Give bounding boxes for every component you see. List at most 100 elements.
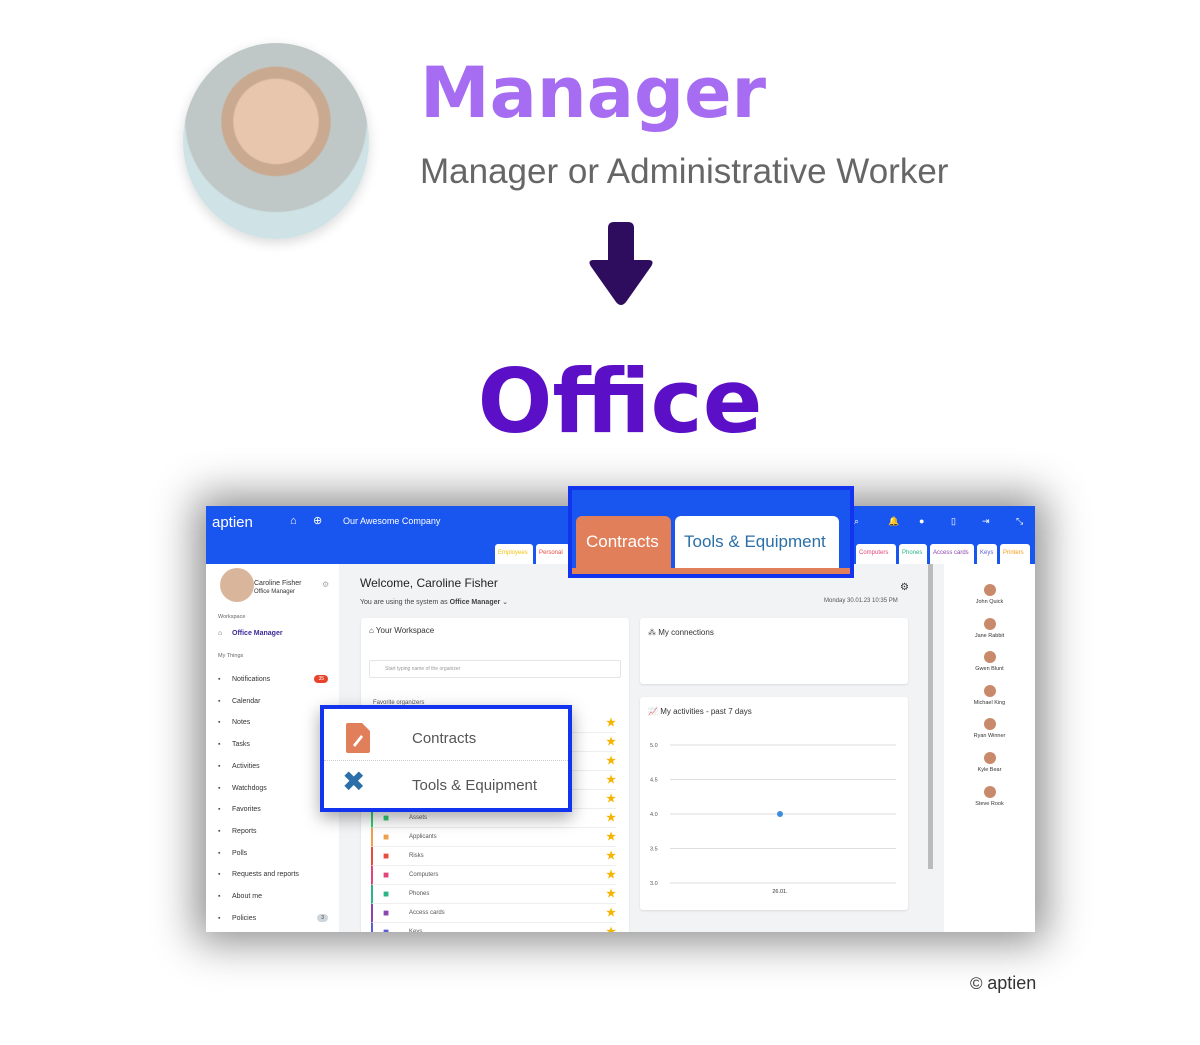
star-icon[interactable]: ★	[606, 752, 616, 771]
policy-icon: ▪	[218, 914, 221, 922]
role-value: Office Manager	[449, 599, 501, 606]
sidebar-item-office-manager[interactable]: ⌂ Office Manager	[218, 630, 283, 637]
sidebar-item-label: Notes	[232, 719, 251, 727]
collapse-icon[interactable]: ⤡	[1016, 516, 1023, 527]
sidebar-item-favorites[interactable]: ▪ Favorites	[218, 806, 328, 813]
person-item[interactable]: Gwen Blunt	[944, 651, 1035, 672]
tools-icon: ✖	[342, 766, 366, 797]
role-prefix: You are using the system as	[360, 599, 448, 606]
organizer-search-input[interactable]: Start typing name of the organizer	[369, 660, 621, 678]
star-icon[interactable]: ★	[606, 809, 616, 828]
person-item[interactable]: John Quick	[944, 584, 1035, 605]
copyright-logo: aptien	[987, 973, 1037, 993]
menu-item-label: Tools & Equipment	[412, 777, 538, 794]
data-point[interactable]	[777, 811, 783, 817]
sidebar-item-label: Favorites	[232, 806, 261, 814]
organizer-label: Risks	[409, 853, 424, 859]
home-icon[interactable]: ⌂	[290, 515, 297, 527]
list-item[interactable]: ■ Computers ★	[371, 866, 616, 885]
person-item[interactable]: Steve Rook	[944, 785, 1035, 807]
star-icon[interactable]: ★	[606, 733, 616, 752]
connections-title: ⁂ My connections	[648, 628, 714, 637]
sidebar-item-requests-and-reports[interactable]: ▪ Requests and reports	[218, 871, 328, 878]
tab-phones[interactable]: Phones	[899, 544, 927, 564]
avatar[interactable]	[220, 568, 254, 602]
tab-personal[interactable]: Personal	[536, 544, 570, 564]
star-icon[interactable]: ★	[606, 904, 616, 923]
sidebar-item-watchdogs[interactable]: ▪ Watchdogs	[218, 785, 328, 792]
tab-access-cards[interactable]: Access cards	[930, 544, 974, 564]
star-icon[interactable]: ★	[606, 885, 616, 904]
list-item[interactable]: ■ Access cards ★	[371, 904, 616, 923]
star-icon[interactable]: ★	[606, 923, 616, 932]
star-icon[interactable]: ★	[606, 828, 616, 847]
tab-contracts[interactable]: Contracts	[576, 516, 671, 572]
search-icon[interactable]: ⌕	[854, 516, 859, 527]
sidebar-item-about-me[interactable]: ▪ About me	[218, 893, 328, 900]
logout-icon[interactable]: ⇥	[982, 516, 990, 527]
person-item[interactable]: Ryan Winner	[944, 718, 1035, 739]
menu-item-contracts[interactable]: Contracts	[324, 715, 568, 761]
add-icon[interactable]: ⊕	[313, 514, 322, 527]
sidebar-item-tasks[interactable]: ▪ Tasks	[218, 741, 328, 748]
card-title: My activities - past 7 days	[660, 707, 752, 716]
person-item[interactable]: Kyle Bear	[944, 752, 1035, 773]
company-name[interactable]: Our Awesome Company	[343, 516, 440, 526]
sidebar-item-label: Reports	[232, 827, 257, 835]
gear-icon[interactable]: ⚙	[322, 580, 329, 589]
sidebar-item-notifications[interactable]: ▪ Notifications 35	[218, 675, 328, 683]
list-item[interactable]: ■ Applicants ★	[371, 828, 616, 847]
bell-icon[interactable]: 🔔	[888, 516, 899, 527]
role-switcher[interactable]: You are using the system as Office Manag…	[360, 598, 508, 606]
organizer-icon: ■	[383, 908, 390, 919]
card-title: My connections	[658, 628, 714, 637]
list-item[interactable]: ■ Phones ★	[371, 885, 616, 904]
scrollbar[interactable]	[928, 564, 933, 869]
star-icon[interactable]: ★	[606, 847, 616, 866]
sidebar-item-notes[interactable]: ▪ Notes	[218, 719, 328, 726]
settings-icon[interactable]: ⚙	[900, 582, 909, 593]
avatar	[983, 617, 996, 630]
tab-keys[interactable]: Keys	[977, 544, 997, 564]
hero-title: Manager	[420, 52, 767, 134]
copyright-symbol: ©	[970, 974, 983, 993]
star-icon[interactable]: ★	[606, 790, 616, 809]
sidebar-item-calendar[interactable]: ▪ Calendar	[218, 698, 328, 705]
mobile-icon[interactable]: ▯	[951, 516, 956, 527]
sidebar-item-policies[interactable]: ▪ Policies 3	[218, 913, 328, 922]
highlight-menu: Contracts ✖ Tools & Equipment	[320, 705, 572, 812]
app-logo[interactable]: aptien	[212, 514, 253, 531]
person-item[interactable]: Michael King	[944, 684, 1035, 706]
chat-icon[interactable]: ●	[919, 516, 924, 526]
sidebar-item-polls[interactable]: ▪ Polls	[218, 850, 328, 857]
star-icon[interactable]: ★	[606, 866, 616, 885]
tab-printers[interactable]: Printers	[1000, 544, 1030, 564]
count-badge: 3	[317, 913, 328, 922]
user-icon: ▪	[218, 893, 221, 900]
clipboard-icon: ▪	[218, 741, 221, 749]
report-icon: ▪	[218, 827, 221, 835]
sidebar-item-label: Calendar	[232, 697, 261, 705]
people-panel: John Quick Jane Rabbit Gwen Blunt Michael K…	[944, 564, 1035, 932]
tab-tools-equipment[interactable]: Tools & Equipment	[675, 516, 839, 568]
tab-employees[interactable]: Employees	[495, 544, 533, 564]
sidebar-item-reports[interactable]: ▪ Reports	[218, 828, 328, 835]
y-tick-label: 3.5	[650, 847, 658, 853]
user-name[interactable]: Caroline Fisher	[254, 580, 301, 587]
tab-underline	[572, 568, 850, 574]
user-role[interactable]: Office Manager	[254, 589, 295, 595]
tab-computers[interactable]: Computers	[856, 544, 896, 564]
star-icon[interactable]: ★	[606, 714, 616, 733]
list-item[interactable]: ■ Risks ★	[371, 847, 616, 866]
list-item[interactable]: ■ Keys ★	[371, 923, 616, 932]
sidebar-item-activities[interactable]: ▪ Activities	[218, 763, 328, 770]
person-item[interactable]: Jane Rabbit	[944, 617, 1035, 639]
datetime: Monday 30.01.23 10:35 PM	[824, 598, 898, 604]
menu-item-tools-equipment[interactable]: ✖ Tools & Equipment	[324, 763, 568, 809]
section-label: Workspace	[218, 614, 246, 620]
star-icon[interactable]: ★	[606, 771, 616, 790]
activity-icon: ▪	[218, 762, 221, 770]
y-tick-label: 4.0	[650, 812, 658, 818]
sidebar-item-label: About me	[232, 893, 262, 900]
contract-icon	[346, 723, 370, 753]
